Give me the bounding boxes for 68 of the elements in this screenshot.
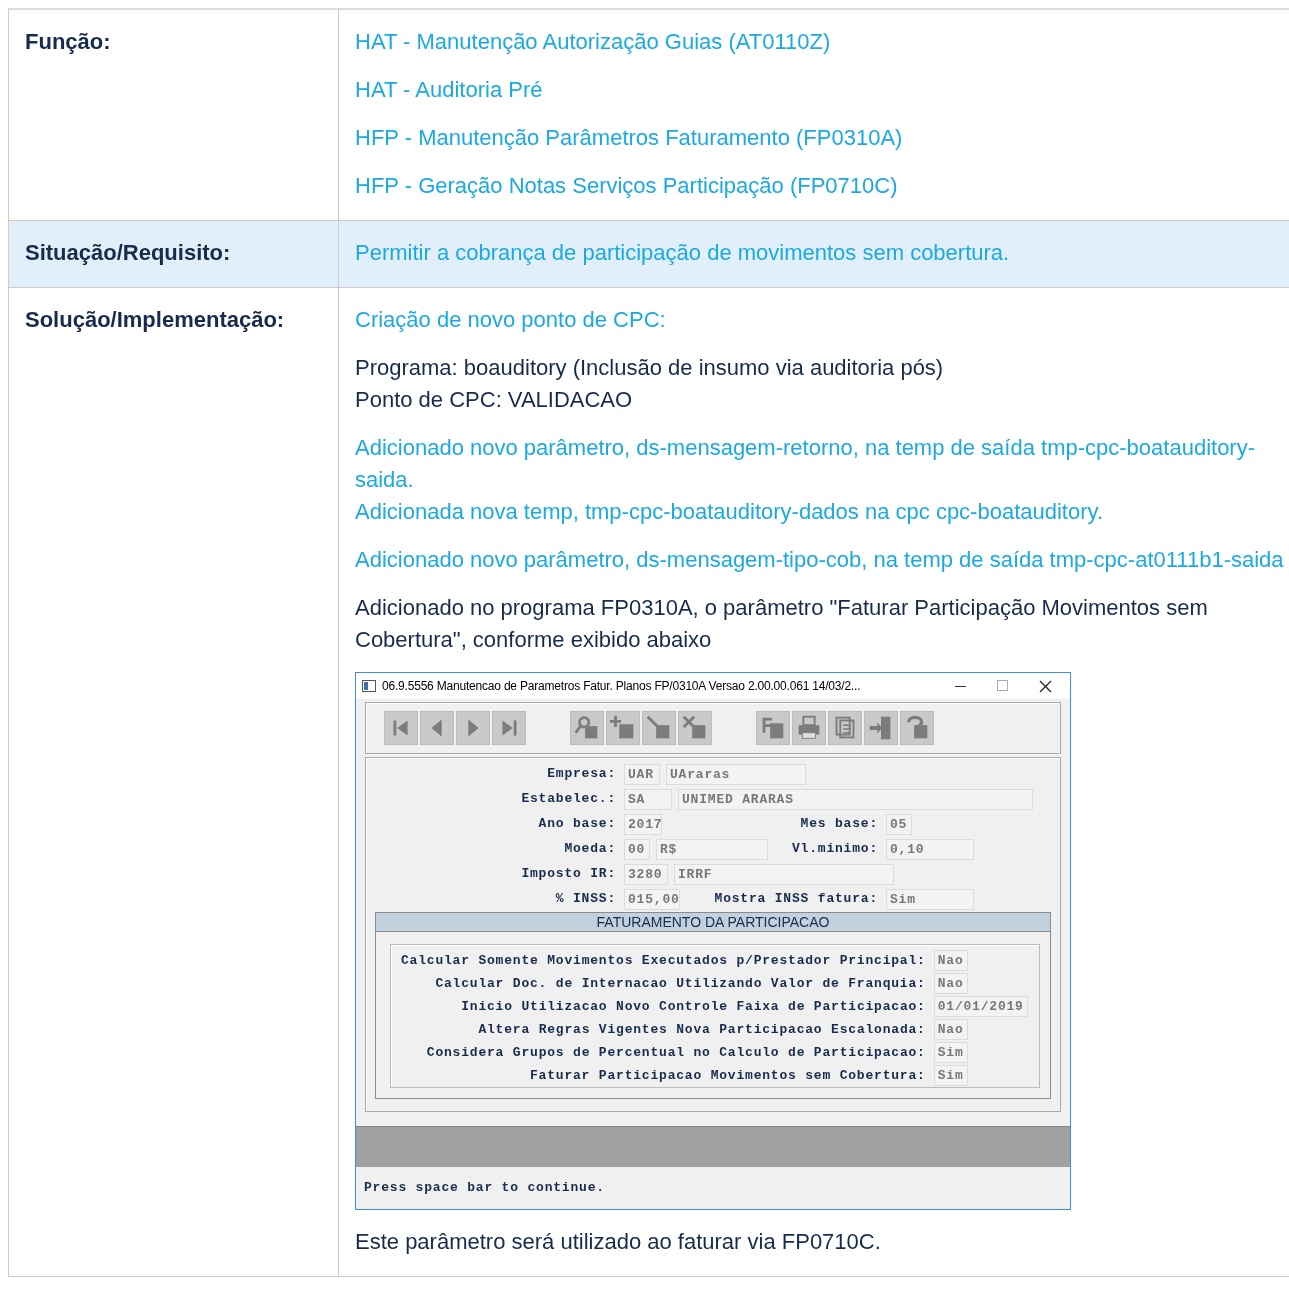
input-field[interactable]: Nao bbox=[933, 973, 968, 994]
toolbar-button[interactable] bbox=[606, 711, 640, 745]
toolbar-button[interactable] bbox=[792, 711, 826, 745]
field-label: Vl.minimo: bbox=[792, 840, 879, 858]
toolbar-button[interactable] bbox=[864, 711, 898, 745]
field-label: Moeda: bbox=[563, 840, 617, 858]
input-field[interactable]: UNIMED ARARAS bbox=[678, 788, 1033, 810]
section-title: FATURAMENTO DA PARTICIPACAO bbox=[376, 912, 1050, 932]
field-label: Calcular Somente Movimentos Executados p/Prestador Principal: bbox=[400, 952, 927, 970]
toolbar-button[interactable] bbox=[642, 711, 676, 745]
field-label: Empresa: bbox=[546, 765, 617, 783]
toolbar-button[interactable] bbox=[570, 711, 604, 745]
input-field[interactable]: Sim bbox=[933, 1065, 968, 1086]
row-label: Situação/Requisito: bbox=[25, 239, 231, 267]
highlighted-text: Criação de novo ponto de CPC: bbox=[355, 306, 667, 334]
input-field[interactable]: IRRF bbox=[674, 863, 894, 885]
input-field[interactable]: SA bbox=[624, 788, 672, 810]
row-label: Solução/Implementação: bbox=[25, 306, 285, 334]
toolbar-button[interactable] bbox=[456, 711, 490, 745]
toolbar-button[interactable] bbox=[756, 711, 790, 745]
paragraph: Ponto de CPC: VALIDACAO bbox=[355, 386, 634, 414]
input-field[interactable]: Sim bbox=[886, 888, 974, 910]
field-label: Altera Regras Vigentes Nova Participacao Escalonada: bbox=[477, 1021, 927, 1039]
window-title: 06.9.5556 Manutencao de Parametros Fatur. Planos FP/0310A Versao 2.00.00.061 14/03/2... bbox=[382, 678, 862, 695]
toolbar-button[interactable] bbox=[384, 711, 418, 745]
highlighted-text: Permitir a cobrança de participação de movimentos sem cobertura. bbox=[355, 239, 1011, 267]
maximize-icon[interactable] bbox=[997, 679, 1009, 692]
field-label: Ano base: bbox=[537, 815, 617, 833]
paragraph: Este parâmetro será utilizado ao faturar via FP0710C. bbox=[355, 1228, 882, 1256]
input-field[interactable]: R$ bbox=[656, 838, 768, 860]
paragraph: Programa: boauditory (Inclusão de insumo via auditoria pós) bbox=[355, 354, 945, 382]
input-field[interactable]: 3280 bbox=[624, 863, 668, 885]
highlighted-text: Adicionado novo parâmetro, ds-mensagem-tipo-cob, na temp de saída tmp-cpc-at0111b1-saida bbox=[355, 546, 1285, 574]
field-label: Inicio Utilizacao Novo Controle Faixa de Participacao: bbox=[460, 998, 927, 1016]
link[interactable]: HFP - Geração Notas Serviços Participação (FP0710C) bbox=[355, 170, 1288, 202]
input-field[interactable]: 0,10 bbox=[886, 838, 974, 860]
field-label: % INSS: bbox=[554, 890, 617, 908]
input-field[interactable]: Sim bbox=[933, 1042, 968, 1063]
field-label: Considera Grupos de Percentual no Calculo de Participacao: bbox=[425, 1044, 927, 1062]
field-label: Faturar Participacao Movimentos sem Cobertura: bbox=[529, 1067, 927, 1085]
row-label: Função: bbox=[25, 28, 111, 56]
field-label: Imposto IR: bbox=[520, 865, 617, 883]
link[interactable]: HFP - Manutenção Parâmetros Faturamento (FP0310A) bbox=[355, 122, 1288, 154]
input-field[interactable]: 2017 bbox=[624, 813, 662, 835]
link[interactable]: HAT - Auditoria Pré bbox=[355, 74, 1288, 106]
input-field[interactable]: 05 bbox=[886, 813, 912, 835]
input-field[interactable]: Nao bbox=[933, 950, 968, 971]
field-label: Estabelec.: bbox=[520, 790, 617, 808]
link[interactable]: HAT - Manutenção Autorização Guias (AT0110Z) bbox=[355, 26, 1288, 58]
highlighted-text: Adicionada nova temp, tmp-cpc-boatauditory-dados na cpc cpc-boatauditory. bbox=[355, 498, 1104, 526]
close-icon[interactable] bbox=[1039, 679, 1052, 693]
input-field[interactable]: 015,00 bbox=[624, 888, 680, 910]
input-field[interactable]: UAR bbox=[624, 763, 660, 785]
field-label: Calcular Doc. de Internacao Utilizando Valor de Franquia: bbox=[434, 975, 927, 993]
field-label: Mostra INSS fatura: bbox=[714, 890, 879, 908]
toolbar-button[interactable] bbox=[828, 711, 862, 745]
toolbar-button[interactable] bbox=[420, 711, 454, 745]
field-label: Mes base: bbox=[800, 815, 879, 833]
app-icon bbox=[362, 680, 376, 692]
input-field[interactable]: 00 bbox=[624, 838, 650, 860]
toolbar-button[interactable] bbox=[678, 711, 712, 745]
highlighted-text: Adicionado novo parâmetro, ds-mensagem-retorno, na temp de saída tmp-cpc-boatauditory-saida. bbox=[355, 434, 1257, 494]
paragraph: Adicionado no programa FP0310A, o parâmetro "Faturar Participação Movimentos sem Cobertura", conforme exibido abaixo bbox=[355, 594, 1209, 654]
input-field[interactable]: UAraras bbox=[666, 763, 806, 785]
input-field[interactable]: 01/01/2019 bbox=[933, 996, 1028, 1017]
status-text: Press space bar to continue. bbox=[364, 1180, 605, 1195]
input-field[interactable]: Nao bbox=[933, 1019, 968, 1040]
toolbar-button[interactable] bbox=[492, 711, 526, 745]
